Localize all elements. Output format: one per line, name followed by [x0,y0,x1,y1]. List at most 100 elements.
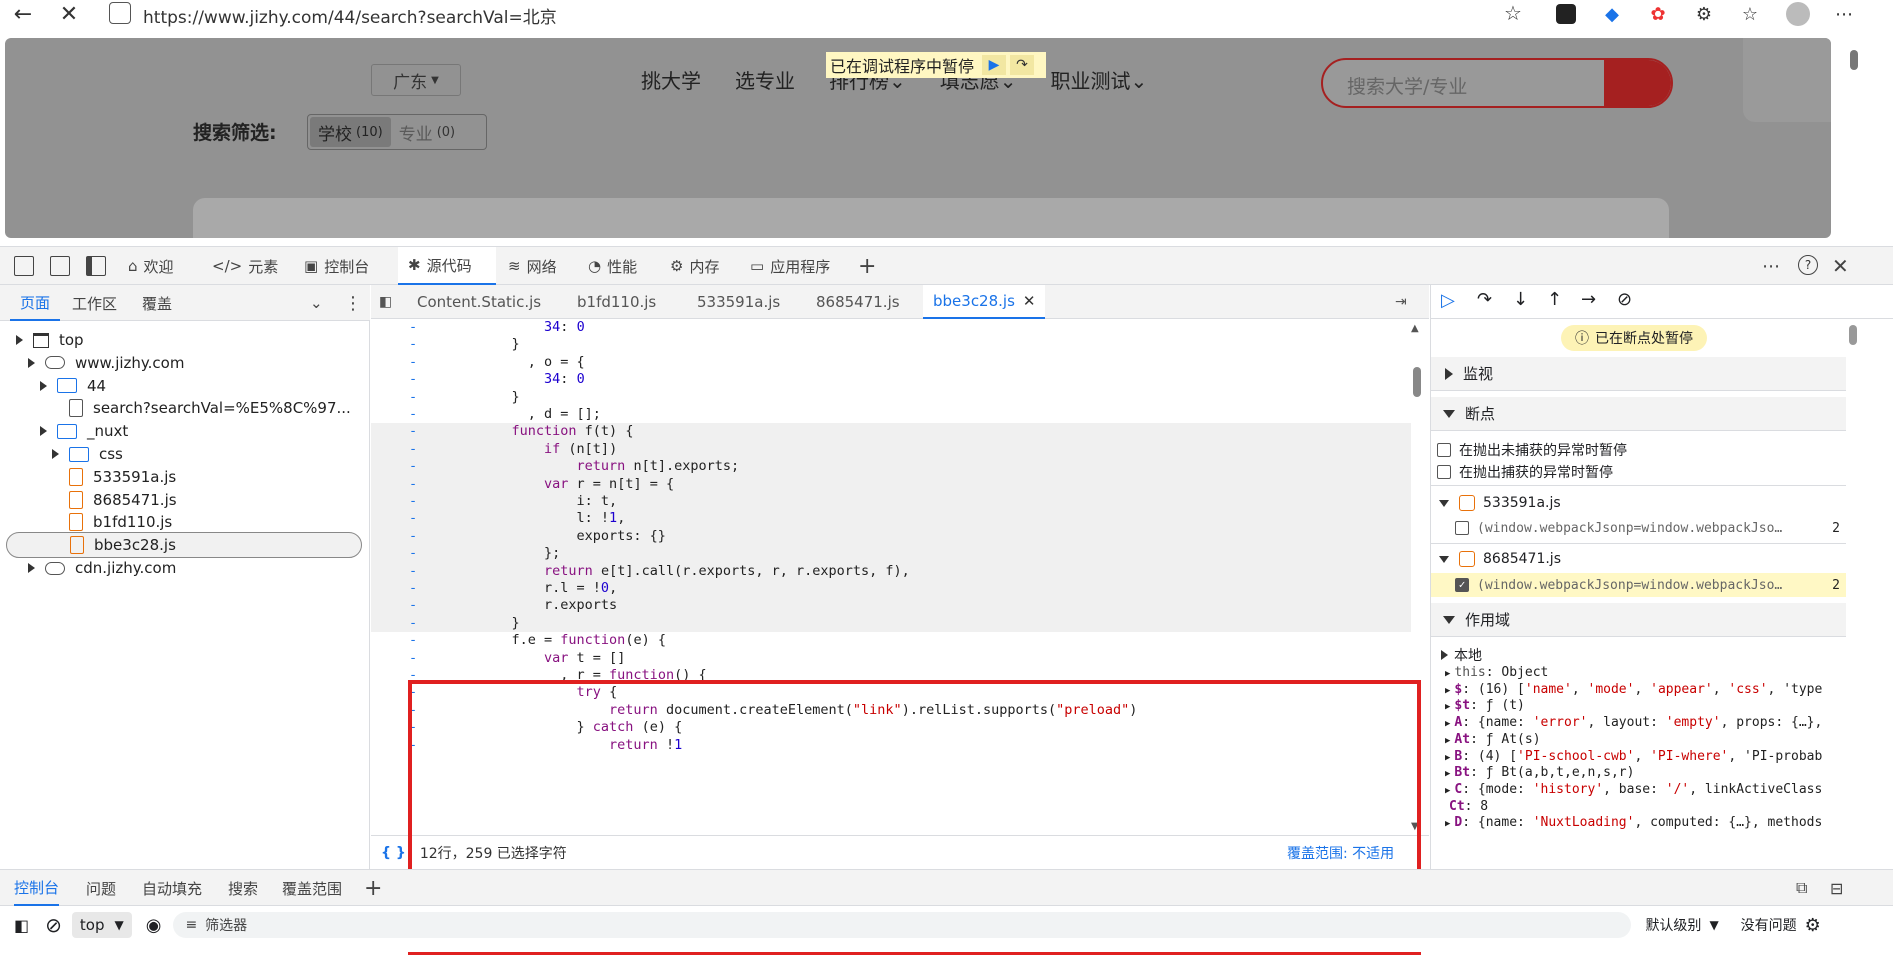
expand-arrow-icon[interactable] [16,335,23,345]
code-line[interactable]: - } [371,336,1411,353]
nav-more-chevron-icon[interactable]: ⌄ [310,285,323,321]
sidebar-toggle-icon[interactable]: ◧ [14,916,29,935]
extension-bird-icon[interactable]: ◆ [1602,4,1622,25]
tab-network[interactable]: ≋ 网络 [508,247,576,285]
line-gutter-marker[interactable]: - [409,476,417,493]
tab-console[interactable]: ▣ 控制台 [304,247,386,285]
bp-entry-8685471[interactable]: ✓ (window.webpackJsonp=window.webpackJso…… [1431,573,1846,597]
search-button[interactable] [1604,60,1671,106]
pause-uncaught-option[interactable]: 在抛出未捕获的异常时暂停 [1437,440,1627,460]
expand-arrow-icon[interactable] [28,357,35,368]
code-line[interactable]: - if (n[t]) [371,440,1411,459]
line-gutter-marker[interactable]: - [409,441,417,458]
pretty-print-icon[interactable]: { } [381,845,406,861]
code-line[interactable]: - } [371,389,1411,406]
tab-application[interactable]: ▭ 应用程序 [750,247,850,285]
scope-variable[interactable]: ▶ D: {name: 'NuxtLoading', computed: {…},… [1445,815,1822,835]
more-menu-icon[interactable]: ⋯ [1832,2,1856,26]
code-line[interactable]: - r.l = !0, [371,580,1411,598]
scope-variable[interactable]: ▶ C: {mode: 'history', base: '/', linkAct… [1445,782,1822,802]
close-devtools-icon[interactable]: ✕ [1832,247,1852,285]
step-over-icon[interactable]: ↷ [1010,55,1035,75]
editor-tab-8685471[interactable]: 8685471.js [816,285,900,319]
pause-caught-option[interactable]: 在抛出捕获的异常时暂停 [1437,462,1613,482]
line-gutter-marker[interactable]: - [409,615,417,632]
expand-arrow-icon[interactable] [28,563,35,573]
expand-arrow-icon[interactable] [52,449,59,459]
page-scrollbar[interactable] [1850,50,1858,70]
editor-scrollbar[interactable] [1413,367,1421,397]
filter-major[interactable]: 专业 (0) [391,117,463,147]
scroll-up-icon[interactable]: ▲ [1411,323,1419,334]
undock-drawer-icon[interactable]: ⧉ [1796,870,1807,906]
code-line[interactable]: - function f(t) { [371,423,1411,441]
editor-tab-b1fd110[interactable]: b1fd110.js [577,285,656,319]
code-line[interactable]: - } [371,614,1411,633]
context-select[interactable]: top ▼ [71,912,132,938]
live-expression-eye-icon[interactable]: ◉ [146,915,162,936]
tab-elements[interactable]: </> 元素 [212,247,282,285]
lock-icon[interactable] [109,2,131,24]
section-breakpoints[interactable]: 断点 [1431,397,1846,431]
code-line[interactable]: - l: !1, [371,510,1411,528]
device-toggle-icon[interactable] [50,256,70,276]
tab-performance[interactable]: ◔ 性能 [588,247,656,285]
province-select[interactable]: 广东 ▼ [371,64,461,96]
nav-item-university[interactable]: 挑大学 [641,65,701,94]
bp-file-533591a[interactable]: 533591a.js [1439,495,1561,511]
favorites-icon[interactable]: ☆ [1740,4,1760,25]
extensions-puzzle-icon[interactable]: ⚙ [1694,4,1714,25]
avatar[interactable] [1786,2,1810,26]
filter-school[interactable]: 学校 (10) [310,117,391,147]
console-filter-input[interactable]: ≡ 筛选器 [173,912,1632,938]
bp-entry-533591a[interactable]: (window.webpackJsonp=window.webpackJso… 2 [1455,517,1846,539]
toggle-debugger-icon[interactable]: ⇥ [1395,285,1407,319]
line-gutter-marker[interactable]: - [409,597,417,614]
line-gutter-marker[interactable]: - [409,493,417,510]
line-gutter-marker[interactable]: - [409,371,417,388]
drawer-tab-issues[interactable]: 问题 [86,870,116,906]
editor-tab-content-static[interactable]: Content.Static.js [417,285,541,319]
line-gutter-marker[interactable]: - [409,650,417,667]
line-gutter-marker[interactable]: - [409,319,417,336]
tab-welcome[interactable]: ⌂ 欢迎 [128,247,198,285]
nav-tab-page[interactable]: 页面 [10,285,60,321]
toggle-navigator-icon[interactable]: ◧ [379,285,401,319]
step-over-icon[interactable]: ↷ [1477,289,1492,310]
line-gutter-marker[interactable]: - [409,510,417,527]
drawer-tab-console[interactable]: 控制台 [14,870,60,906]
line-gutter-marker[interactable]: - [409,336,417,353]
add-drawer-tab-icon[interactable]: + [364,870,382,906]
nav-menu-icon[interactable]: ⋮ [344,285,362,321]
deactivate-breakpoints-icon[interactable]: ⊘ [1617,289,1632,310]
line-gutter-marker[interactable]: - [409,632,417,649]
code-line[interactable]: - , d = []; [371,406,1411,423]
line-gutter-marker[interactable]: - [409,563,417,580]
nav-item-career-test[interactable]: 职业测试⌄ [1051,65,1148,94]
step-icon[interactable]: → [1581,289,1596,310]
code-line[interactable]: - var r = n[t] = { [371,475,1411,493]
line-gutter-marker[interactable]: - [409,423,417,440]
expand-arrow-icon[interactable] [40,426,47,437]
code-line[interactable]: - return e[t].call(r.exports, r, r.expor… [371,562,1411,580]
console-settings-gear-icon[interactable]: ⚙ [1805,915,1821,936]
search-box[interactable]: 搜索大学/专业 [1321,58,1673,108]
line-gutter-marker[interactable]: - [409,389,417,406]
line-gutter-marker[interactable]: - [409,406,417,423]
line-gutter-marker[interactable]: - [409,458,417,475]
issues-count[interactable]: 没有问题 [1741,915,1797,935]
line-gutter-marker[interactable]: - [409,354,417,371]
expand-arrow-icon[interactable] [40,380,47,391]
close-icon[interactable]: ✕ [56,2,82,27]
line-gutter-marker[interactable]: - [409,545,417,562]
favorite-star-icon[interactable]: ☆ [1501,1,1525,25]
line-gutter-marker[interactable]: - [409,528,417,545]
section-scope[interactable]: 作用域 [1431,603,1846,637]
code-line[interactable]: - exports: {} [371,527,1411,546]
code-line[interactable]: - f.e = function(e) { [371,632,1411,649]
drawer-tab-autofill[interactable]: 自动填充 [142,870,202,906]
tab-memory[interactable]: ⚙ 内存 [670,247,740,285]
line-gutter-marker[interactable]: - [409,580,417,597]
extension-red-icon[interactable]: ✿ [1648,4,1668,25]
code-line[interactable]: - 34: 0 [371,319,1411,336]
